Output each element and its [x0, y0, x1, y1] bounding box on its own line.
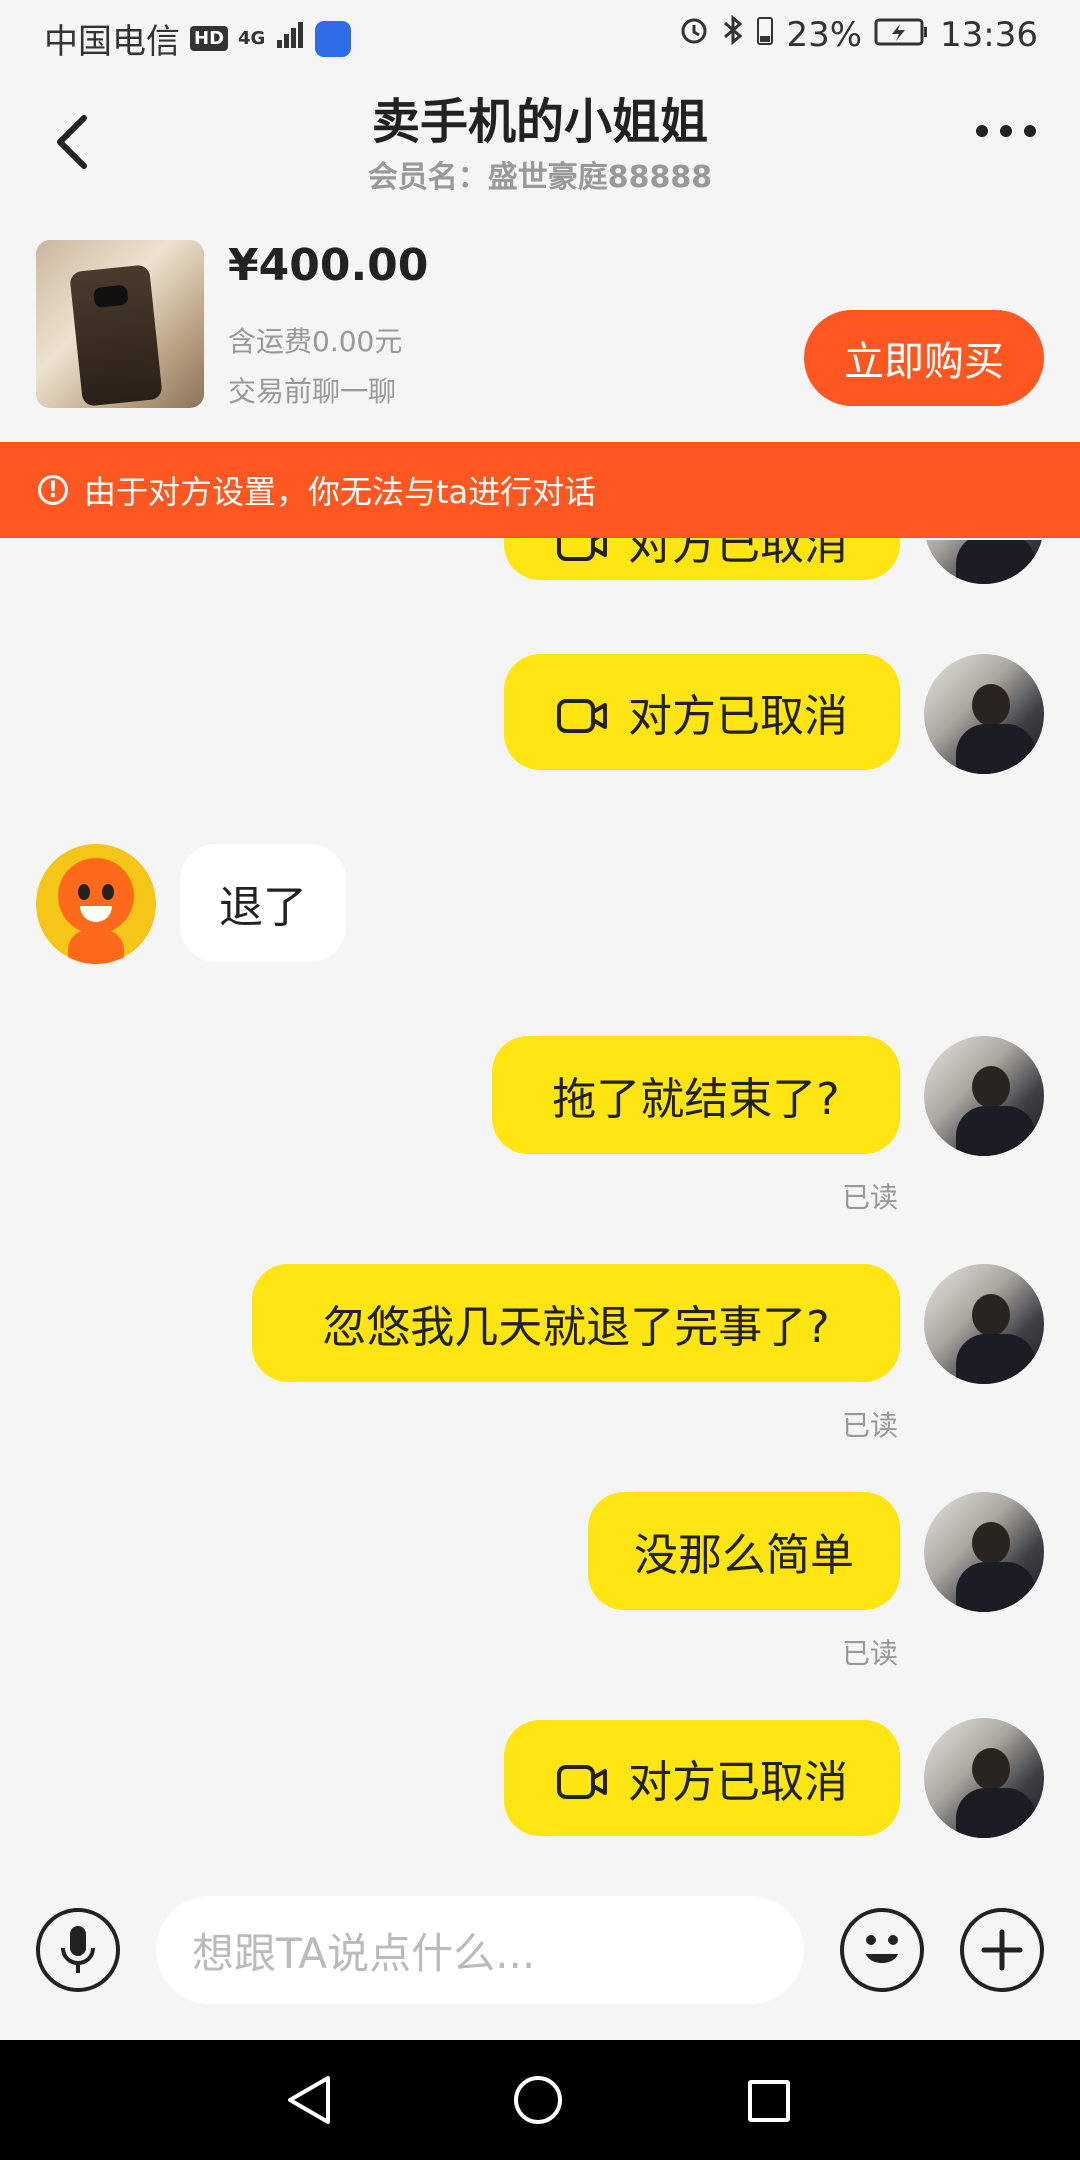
status-right: 23% 13:36 — [678, 14, 1038, 55]
message-input[interactable]: 想跟TA说点什么... — [156, 1896, 804, 2004]
phone-image — [69, 264, 163, 407]
hd-badge: HD — [190, 26, 229, 51]
mascot-eye — [102, 884, 114, 900]
chat-note: 交易前聊一聊 — [228, 375, 397, 408]
add-attachment-button[interactable] — [960, 1908, 1044, 1992]
my-avatar[interactable] — [924, 1036, 1044, 1156]
microphone-icon — [61, 1926, 95, 1973]
nav-recents-button[interactable] — [748, 2080, 790, 2122]
status-bar: 中国电信 HD 4G 23% 13:36 — [0, 0, 1080, 70]
message-text: 没那么简单 — [634, 1530, 854, 1581]
dot-icon — [1000, 125, 1012, 137]
member-name: 会员名：盛世豪庭88888 — [367, 160, 713, 195]
seller-avatar[interactable] — [36, 844, 156, 964]
my-avatar[interactable] — [924, 1718, 1044, 1838]
shipping-fee: 含运费0.00元 — [228, 325, 403, 358]
my-avatar[interactable] — [924, 1264, 1044, 1384]
network-label: 4G — [238, 28, 266, 49]
message-bubble-video[interactable]: 对方已取消 — [504, 654, 900, 770]
mascot-body — [68, 930, 124, 964]
my-avatar[interactable] — [924, 654, 1044, 774]
product-thumbnail[interactable] — [36, 240, 204, 408]
message-bubble-video[interactable]: 对方已取消 — [504, 1720, 900, 1836]
banner-text: 由于对方设置，你无法与ta进行对话 — [84, 473, 597, 511]
dot-icon — [976, 125, 988, 137]
chat-app-icon — [315, 20, 352, 57]
video-call-icon — [556, 1760, 608, 1799]
my-avatar[interactable] — [924, 1492, 1044, 1612]
message-text: 退了 — [219, 882, 307, 933]
carrier-label: 中国电信 — [44, 22, 180, 62]
battery-percent: 23% — [786, 14, 863, 55]
triangle-back-icon — [288, 2076, 330, 2124]
message-text: 对方已取消 — [628, 691, 848, 742]
mascot-face — [58, 858, 134, 934]
page-title: 卖手机的小姐姐 — [371, 94, 708, 150]
nav-back-button[interactable] — [284, 2072, 334, 2132]
product-price: ¥400.00 — [228, 240, 429, 291]
message-bubble-text[interactable]: 没那么简单 — [588, 1492, 900, 1610]
read-status: 已读 — [842, 1409, 899, 1442]
alarm-icon — [678, 14, 710, 55]
message-bubble-text[interactable]: 退了 — [180, 844, 346, 962]
voice-input-button[interactable] — [36, 1908, 120, 1992]
nav-home-button[interactable] — [514, 2076, 562, 2124]
dot-icon — [1024, 125, 1036, 137]
message-bubble-text[interactable]: 拖了就结束了? — [492, 1036, 900, 1154]
message-text: 拖了就结束了? — [552, 1074, 840, 1125]
read-status: 已读 — [842, 1637, 899, 1670]
signal-icon — [275, 19, 305, 59]
clock-time: 13:36 — [940, 14, 1038, 55]
mascot-eye — [78, 884, 90, 900]
battery-small-icon — [756, 14, 774, 55]
read-status: 已读 — [842, 1181, 899, 1214]
message-text: 忽悠我几天就退了完事了? — [322, 1302, 830, 1353]
charging-icon — [874, 15, 928, 55]
video-call-icon — [556, 694, 608, 733]
status-left: 中国电信 HD 4G — [44, 14, 352, 63]
warning-icon: ! — [38, 475, 68, 505]
emoji-button[interactable] — [840, 1908, 924, 1992]
message-text: 对方已取消 — [628, 1757, 848, 1808]
buy-now-button[interactable]: 立即购买 — [804, 310, 1044, 406]
plus-icon — [981, 1929, 1023, 1971]
bluetooth-icon — [722, 14, 744, 55]
more-options-button[interactable] — [976, 125, 1036, 137]
message-bubble-text[interactable]: 忽悠我几天就退了完事了? — [252, 1264, 900, 1382]
smiley-icon — [866, 1935, 898, 1963]
restriction-banner: ! 由于对方设置，你无法与ta进行对话 — [0, 442, 1080, 538]
